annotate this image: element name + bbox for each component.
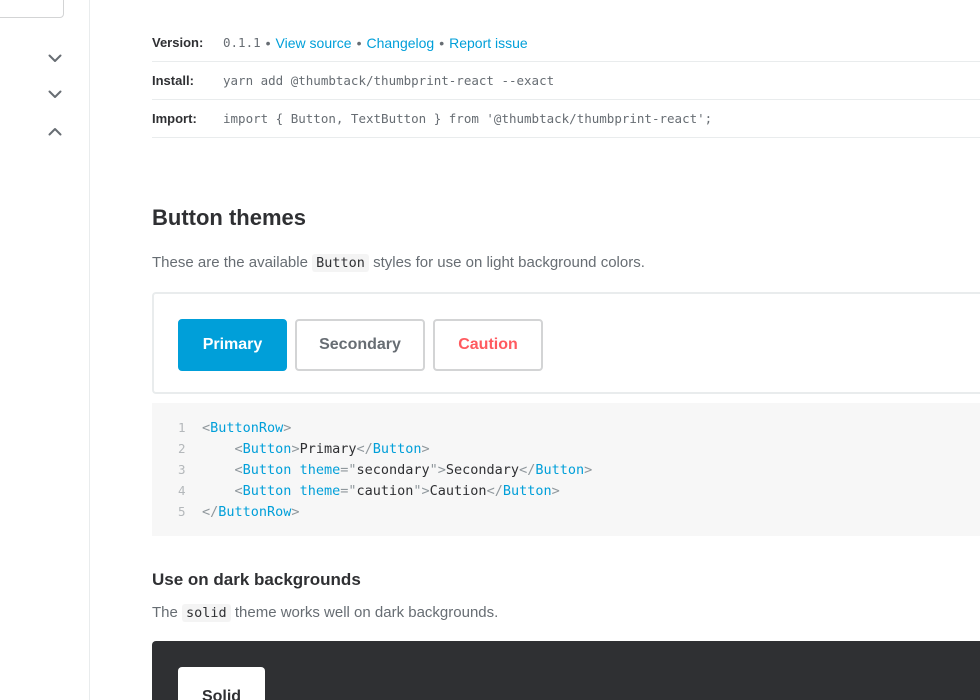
code-line: 4 < Button theme =" caution "> Caution </Butto… — [152, 480, 980, 501]
code-line: 5 </ButtonRow > — [152, 501, 980, 522]
code-tag: Button — [372, 440, 422, 457]
description-text: These are the available — [152, 254, 308, 271]
line-number: 5 — [178, 504, 186, 519]
code-tag: ButtonRow — [218, 503, 292, 520]
code-line: 3 < Button theme =" secondary "> Secondary </B… — [152, 459, 980, 480]
dark-backgrounds-description: The solid theme works well on dark backg… — [152, 604, 499, 622]
inline-code: solid — [182, 604, 231, 622]
import-row: Import: import { Button, TextButton } fr… — [152, 100, 980, 138]
install-command: yarn add @thumbtack/thumbprint-react --e… — [223, 73, 555, 88]
dark-backgrounds-heading: Use on dark backgrounds — [152, 570, 361, 589]
line-number: 2 — [178, 441, 186, 456]
install-label: Install: — [152, 73, 194, 88]
separator: • — [356, 34, 362, 51]
description-text: The — [152, 604, 178, 621]
code-tag: Button — [535, 461, 585, 478]
report-issue-link[interactable]: Report issue — [449, 35, 528, 51]
chevron-up-icon[interactable] — [47, 123, 63, 139]
code-line: 1 < ButtonRow > — [152, 417, 980, 438]
button-themes-heading: Button themes — [152, 205, 306, 230]
version-info: 0.1.1 • View source • Changelog • Report… — [223, 35, 528, 51]
version-value: 0.1.1 — [223, 35, 261, 50]
code-tag: Button — [242, 461, 292, 478]
code-example[interactable]: 1 < ButtonRow > 2 < Button > Primary </Button > … — [152, 403, 980, 536]
separator: • — [265, 34, 271, 51]
changelog-link[interactable]: Changelog — [366, 35, 434, 51]
chevron-down-icon[interactable] — [47, 50, 63, 66]
version-row: Version: 0.1.1 • View source • Changelog… — [152, 24, 980, 62]
code-tag: Button — [242, 482, 292, 499]
code-tag: Button — [502, 482, 552, 499]
import-label: Import: — [152, 111, 197, 126]
line-number: 3 — [178, 462, 186, 477]
primary-button[interactable]: Primary — [178, 319, 287, 371]
secondary-button[interactable]: Secondary — [295, 319, 425, 371]
code-text: Secondary — [445, 461, 520, 478]
sidebar-search-input[interactable] — [0, 0, 64, 18]
caution-button[interactable]: Caution — [433, 319, 543, 371]
code-attr: theme — [299, 482, 341, 499]
description-text: styles for use on light background color… — [373, 254, 645, 271]
button-themes-description: These are the available Button styles fo… — [152, 254, 645, 272]
code-text: Caution — [429, 482, 487, 499]
import-statement: import { Button, TextButton } from '@thu… — [223, 111, 713, 126]
button-demo-panel: Primary Secondary Caution — [152, 292, 980, 394]
code-string: caution — [356, 482, 414, 499]
description-text: theme works well on dark backgrounds. — [234, 604, 499, 621]
code-text: Primary — [299, 440, 357, 457]
view-source-link[interactable]: View source — [276, 35, 352, 51]
code-attr: theme — [299, 461, 341, 478]
code-line: 2 < Button > Primary </Button > — [152, 438, 980, 459]
version-label: Version: — [152, 35, 204, 50]
line-number: 4 — [178, 483, 186, 498]
install-row: Install: yarn add @thumbtack/thumbprint-… — [152, 62, 980, 100]
sidebar — [0, 0, 90, 700]
solid-button[interactable]: Solid — [178, 667, 265, 700]
chevron-down-icon[interactable] — [47, 86, 63, 102]
code-tag: Button — [242, 440, 292, 457]
line-number: 1 — [178, 420, 186, 435]
dark-demo-panel: Solid — [152, 641, 980, 700]
code-tag: ButtonRow — [210, 419, 284, 436]
code-string: secondary — [356, 461, 430, 478]
separator: • — [439, 34, 445, 51]
inline-code: Button — [312, 254, 369, 272]
